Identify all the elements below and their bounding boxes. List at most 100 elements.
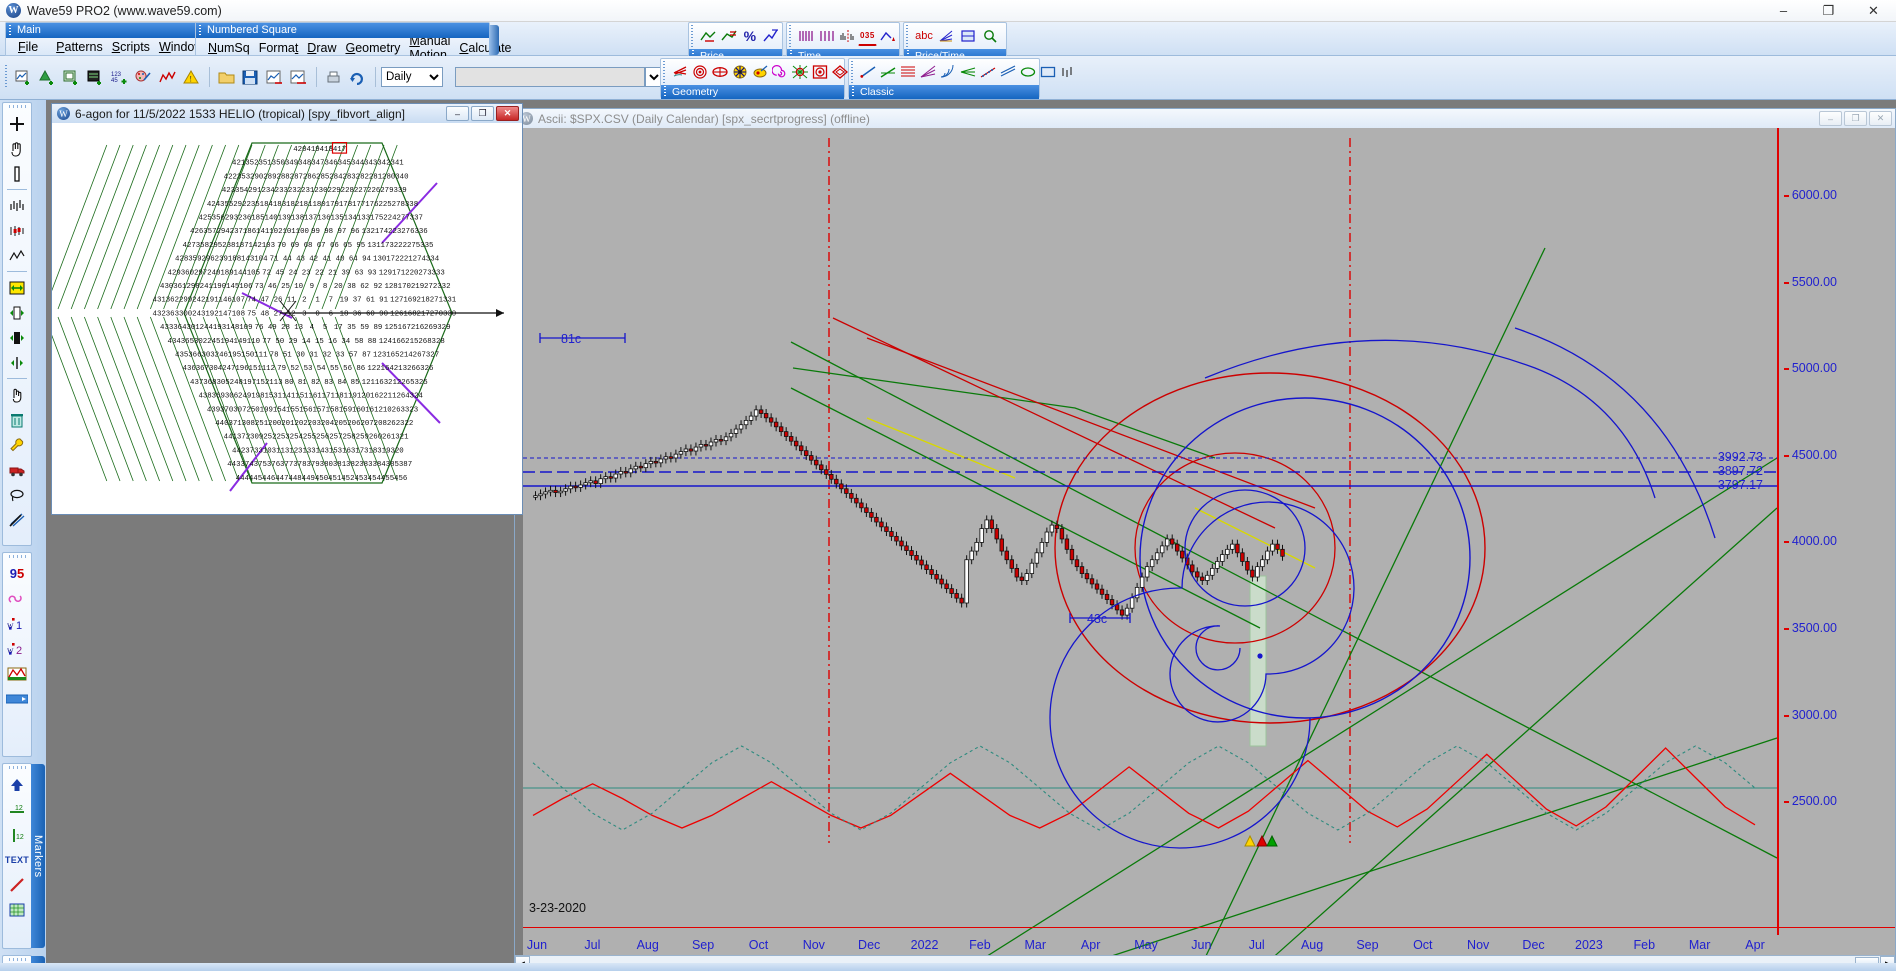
numsq-cell[interactable]: 377 bbox=[280, 461, 293, 469]
numsq-cell[interactable]: 270 bbox=[430, 310, 443, 318]
numsq-cell[interactable]: 61 bbox=[366, 297, 375, 305]
numsq-close-button[interactable]: ✕ bbox=[496, 106, 519, 121]
menu-item-scripts[interactable]: Scripts bbox=[112, 40, 150, 54]
numsq-cell[interactable]: 230 bbox=[314, 187, 327, 195]
numsq-cell[interactable]: 309 bbox=[250, 434, 263, 442]
numsq-cell[interactable]: 105 bbox=[247, 269, 260, 277]
numsq-cell[interactable]: 25 bbox=[281, 283, 290, 291]
numsq-cell[interactable]: 102 bbox=[269, 228, 282, 236]
numsq-cell[interactable]: 109 bbox=[239, 324, 252, 332]
menu-item-file[interactable]: File bbox=[18, 40, 47, 54]
andrews-pitchfork-icon[interactable] bbox=[959, 62, 977, 82]
square-of-nine-icon[interactable] bbox=[811, 62, 829, 82]
numsq-cell[interactable]: 141 bbox=[256, 228, 270, 236]
numsq-cell[interactable]: 121 bbox=[362, 379, 376, 387]
numsq-cell[interactable]: 158 bbox=[326, 406, 339, 414]
numsq-cell[interactable]: 385 bbox=[386, 461, 399, 469]
numsq-cell[interactable]: 32 bbox=[322, 352, 331, 360]
maximize-button[interactable]: ❐ bbox=[1806, 0, 1851, 22]
wave2-icon[interactable]: w2 bbox=[4, 636, 30, 661]
numsq-cell[interactable]: 213 bbox=[394, 365, 407, 373]
numsq-cell[interactable]: 315 bbox=[324, 447, 337, 455]
numsq-cell[interactable]: 31 bbox=[309, 352, 318, 360]
menu-dock-numsq-grip[interactable] bbox=[489, 25, 499, 55]
numsq-cell[interactable]: 316 bbox=[338, 447, 351, 455]
numsq-cell[interactable]: 99 bbox=[311, 228, 320, 236]
gann-wheel-icon[interactable] bbox=[731, 62, 749, 82]
numsq-cell[interactable]: 185 bbox=[251, 215, 264, 223]
numsq-cell[interactable]: 348 bbox=[298, 160, 311, 168]
numsq-cell[interactable]: 103 bbox=[262, 242, 275, 250]
numsq-cell[interactable]: 335 bbox=[420, 242, 433, 250]
numsq-cell[interactable]: 370 bbox=[220, 406, 233, 414]
diamond-icon[interactable] bbox=[831, 62, 849, 82]
numsq-cell[interactable]: 327 bbox=[426, 352, 439, 360]
time-bars-icon[interactable] bbox=[797, 26, 815, 46]
numsq-cell[interactable]: 445 bbox=[249, 475, 262, 483]
new-quote-window-icon[interactable] bbox=[84, 66, 106, 88]
numsq-cell[interactable]: 96 bbox=[351, 228, 360, 236]
numsq-cell[interactable]: 104 bbox=[254, 256, 268, 264]
numsq-cell[interactable]: 182 bbox=[286, 201, 299, 209]
numsq-cell[interactable]: 256 bbox=[316, 434, 329, 442]
numsq-cell[interactable]: 9 bbox=[310, 283, 314, 291]
magnifier-icon[interactable] bbox=[980, 26, 1000, 46]
numsq-cell[interactable]: 200 bbox=[268, 420, 281, 428]
numsq-cell[interactable]: 301 bbox=[186, 324, 200, 332]
numsq-cell[interactable]: 132 bbox=[362, 228, 375, 236]
numsq-cell[interactable]: 317 bbox=[351, 447, 364, 455]
numsq-cell[interactable]: 245 bbox=[207, 338, 220, 346]
numsq-cell[interactable]: 73 bbox=[255, 283, 264, 291]
numsq-cell[interactable]: 441 bbox=[224, 434, 238, 442]
numsq-cell[interactable]: 303 bbox=[201, 352, 214, 360]
pan-hand-icon[interactable] bbox=[4, 136, 30, 161]
numsq-cell[interactable]: 192 bbox=[205, 310, 218, 318]
numsq-cell[interactable]: 106 bbox=[239, 283, 252, 291]
numsq-cell[interactable]: 247 bbox=[222, 365, 235, 373]
numsq-cell[interactable]: 148 bbox=[226, 324, 239, 332]
numsq-cell[interactable]: 267 bbox=[413, 352, 426, 360]
ellipse-classic-icon[interactable] bbox=[1019, 62, 1037, 82]
menu-item-calculate[interactable]: Calculate bbox=[459, 41, 511, 55]
channel-icon[interactable] bbox=[999, 62, 1017, 82]
numsq-cell[interactable]: 382 bbox=[346, 461, 359, 469]
new-numbers-icon[interactable]: 123 45 bbox=[108, 66, 130, 88]
numsq-cell[interactable]: 171 bbox=[392, 269, 406, 277]
numsq-cell[interactable]: 338 bbox=[405, 201, 418, 209]
numsq-cell[interactable]: 294 bbox=[216, 228, 230, 236]
numsq-cell[interactable]: 443 bbox=[227, 461, 240, 469]
numsq-cell[interactable]: 311 bbox=[272, 447, 286, 455]
numsq-cell[interactable]: 292 bbox=[233, 201, 246, 209]
numsq-cell[interactable]: 176 bbox=[365, 201, 378, 209]
numsq-cell[interactable]: 341 bbox=[390, 160, 404, 168]
bars-pattern-icon[interactable] bbox=[1059, 62, 1077, 82]
numsq-cell[interactable]: 366 bbox=[188, 352, 201, 360]
numsq-cell[interactable]: 289 bbox=[263, 173, 276, 181]
menu-item-patterns[interactable]: Patterns bbox=[56, 40, 103, 54]
numsq-cell[interactable]: 334 bbox=[426, 256, 440, 264]
numsq-cell[interactable]: 33 bbox=[336, 352, 345, 360]
numsq-cell[interactable]: 375 bbox=[254, 461, 267, 469]
numsq-cell[interactable]: 28 bbox=[281, 324, 290, 332]
numsq-cell[interactable]: 92 bbox=[373, 283, 382, 291]
numsq-cell[interactable]: 342 bbox=[377, 160, 390, 168]
numsq-cell[interactable]: 343 bbox=[364, 160, 377, 168]
numsq-cell[interactable]: 426 bbox=[190, 228, 203, 236]
numsq-cell[interactable]: 172 bbox=[386, 256, 399, 264]
numsq-cell[interactable]: 210 bbox=[378, 406, 391, 414]
numsq-cell[interactable]: 358 bbox=[196, 242, 209, 250]
numsq-cell[interactable]: 170 bbox=[398, 283, 411, 291]
new-paintbox-icon[interactable] bbox=[132, 66, 154, 88]
numsq-cell[interactable]: 82 bbox=[311, 379, 320, 387]
numsq-cell[interactable]: 65 bbox=[343, 242, 352, 250]
numsq-cell[interactable]: 297 bbox=[194, 269, 207, 277]
numsq-cell[interactable]: 432 bbox=[153, 310, 166, 318]
numsq-cell[interactable]: 120 bbox=[357, 393, 370, 401]
numsq-cell[interactable]: 250 bbox=[246, 406, 259, 414]
numsq-cell[interactable]: 369 bbox=[212, 393, 225, 401]
price-projection-icon[interactable] bbox=[761, 26, 780, 46]
numsq-cell[interactable]: 424 bbox=[207, 201, 221, 209]
numsq-cell[interactable]: 304 bbox=[209, 365, 223, 373]
chart-minimize-button[interactable]: – bbox=[1819, 111, 1842, 126]
numsq-cell[interactable]: 321 bbox=[395, 434, 409, 442]
